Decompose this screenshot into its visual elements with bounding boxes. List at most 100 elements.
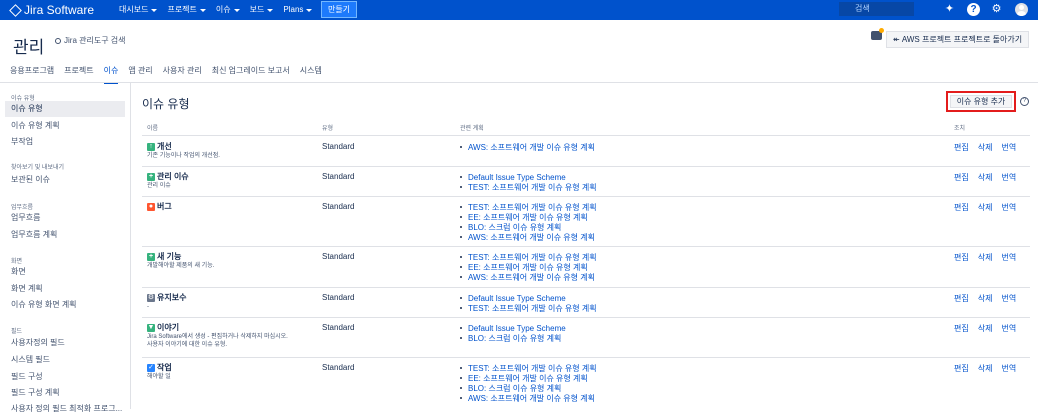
nav-projects[interactable]: 프로젝트: [167, 4, 206, 16]
task-icon: ✓: [147, 364, 155, 372]
nav-plans[interactable]: Plans: [283, 4, 313, 16]
issue-type-name: 개선: [157, 142, 172, 151]
scheme-link[interactable]: AWS: 소프트웨어 개발 이슈 유형 계획: [460, 232, 760, 242]
scheme-link[interactable]: TEST: 소프트웨어 개발 이슈 유형 계획: [460, 202, 760, 212]
scheme-link-label: Default Issue Type Scheme: [468, 293, 566, 303]
sidebar-item-field-config-schemes[interactable]: 필드 구성 계획: [5, 385, 125, 401]
chevron-down-icon: [306, 8, 313, 12]
scheme-link-label: BLO: 스크럼 이슈 유형 계획: [468, 333, 562, 343]
issue-type-description: 해야할 일: [147, 374, 171, 380]
nav-issues[interactable]: 이슈: [216, 4, 240, 16]
related-schemes: Default Issue Type Scheme BLO: 스크럼 이슈 유형…: [460, 323, 760, 343]
sidebar-item-workflow-schemes[interactable]: 업무흐름 계획: [5, 227, 125, 243]
edit-link[interactable]: 편집: [954, 172, 969, 183]
help-icon[interactable]: ?: [967, 3, 980, 16]
scheme-link[interactable]: Default Issue Type Scheme: [460, 323, 760, 333]
delete-link[interactable]: 삭제: [978, 142, 993, 153]
scheme-link[interactable]: EE: 소프트웨어 개발 이슈 유형 계획: [460, 262, 760, 272]
translate-link[interactable]: 번역: [1001, 293, 1016, 304]
delete-link[interactable]: 삭제: [978, 293, 993, 304]
scheme-link-label: TEST: 소프트웨어 개발 이슈 유형 계획: [468, 182, 597, 192]
megaphone-icon[interactable]: ✦: [943, 3, 956, 16]
translate-link[interactable]: 번역: [1001, 363, 1016, 374]
table-row: + 새 기능 개발해야할 제품의 새 기능. Standard TEST: 소프트…: [142, 247, 1030, 288]
edit-link[interactable]: 편집: [954, 323, 969, 334]
scheme-link[interactable]: BLO: 스크럼 이슈 유형 계획: [460, 333, 760, 343]
chevron-down-icon: [233, 8, 240, 12]
row-actions: 편집 삭제 번역: [954, 172, 1016, 183]
issue-type-description: -: [147, 304, 149, 310]
sidebar-item-archived[interactable]: 보관된 이슈: [5, 172, 125, 188]
edit-link[interactable]: 편집: [954, 142, 969, 153]
table-row: ↑ 개선 기존 기능이나 작업의 개선점. Standard AWS: 소프트웨어…: [142, 137, 1030, 167]
search-input[interactable]: 검색: [839, 2, 914, 16]
translate-link[interactable]: 번역: [1001, 252, 1016, 263]
delete-link[interactable]: 삭제: [978, 202, 993, 213]
scheme-link[interactable]: TEST: 소프트웨어 개발 이슈 유형 계획: [460, 182, 760, 192]
scheme-link[interactable]: TEST: 소프트웨어 개발 이슈 유형 계획: [460, 363, 760, 373]
scheme-link[interactable]: AWS: 소프트웨어 개발 이슈 유형 계획: [460, 272, 760, 282]
delete-link[interactable]: 삭제: [978, 252, 993, 263]
gear-icon[interactable]: ⚙: [990, 3, 1003, 16]
issue-type-name: 버그: [157, 202, 172, 211]
scheme-link-label: TEST: 소프트웨어 개발 이슈 유형 계획: [468, 303, 597, 313]
scheme-link[interactable]: Default Issue Type Scheme: [460, 293, 760, 303]
translate-link[interactable]: 번역: [1001, 323, 1016, 334]
jira-logo[interactable]: Jira Software: [10, 3, 94, 17]
row-actions: 편집 삭제 번역: [954, 293, 1016, 304]
issue-type-name: 작업: [157, 363, 172, 372]
sidebar-item-screen-schemes[interactable]: 화면 계획: [5, 281, 125, 297]
maintenance-icon: ⚙: [147, 294, 155, 302]
delete-link[interactable]: 삭제: [978, 363, 993, 374]
nav-boards[interactable]: 보드: [250, 4, 274, 16]
scheme-link[interactable]: EE: 소프트웨어 개발 이슈 유형 계획: [460, 212, 760, 222]
back-to-project-button[interactable]: ↞ AWS 프로젝트 프로젝트로 돌아가기: [886, 31, 1029, 48]
translate-link[interactable]: 번역: [1001, 142, 1016, 153]
related-schemes: AWS: 소프트웨어 개발 이슈 유형 계획: [460, 142, 760, 152]
sidebar-item-custom-fields[interactable]: 사용자정의 필드: [5, 335, 125, 351]
scheme-link[interactable]: BLO: 스크럼 이슈 유형 계획: [460, 383, 760, 393]
row-actions: 편집 삭제 번역: [954, 202, 1016, 213]
scheme-link[interactable]: BLO: 스크럼 이슈 유형 계획: [460, 222, 760, 232]
edit-link[interactable]: 편집: [954, 293, 969, 304]
avatar[interactable]: [1015, 3, 1028, 16]
translate-link[interactable]: 번역: [1001, 202, 1016, 213]
row-actions: 편집 삭제 번역: [954, 142, 1016, 153]
sidebar-section-fields: 필드: [11, 329, 23, 335]
delete-link[interactable]: 삭제: [978, 323, 993, 334]
table-header: 이름 유형 관련 계획 조치: [142, 119, 1030, 136]
edit-link[interactable]: 편집: [954, 363, 969, 374]
edit-link[interactable]: 편집: [954, 202, 969, 213]
sidebar-item-issue-type-screen-schemes[interactable]: 이슈 유형 화면 계획: [5, 297, 125, 313]
scheme-link[interactable]: TEST: 소프트웨어 개발 이슈 유형 계획: [460, 252, 760, 262]
scheme-link[interactable]: AWS: 소프트웨어 개발 이슈 유형 계획: [460, 393, 760, 403]
create-button[interactable]: 만들기: [321, 1, 357, 18]
sidebar-item-issue-type-schemes[interactable]: 이슈 유형 계획: [5, 118, 125, 134]
feedback-icon[interactable]: [871, 28, 884, 40]
sidebar-item-field-optimizer[interactable]: 사용자 정의 필드 최적화 프로그...: [5, 401, 125, 417]
help-icon[interactable]: ?: [1020, 97, 1029, 106]
scheme-link[interactable]: EE: 소프트웨어 개발 이슈 유형 계획: [460, 373, 760, 383]
sidebar-item-workflows[interactable]: 업무흐름: [5, 210, 125, 226]
delete-link[interactable]: 삭제: [978, 172, 993, 183]
edit-link[interactable]: 편집: [954, 252, 969, 263]
top-navigation-bar: Jira Software 대시보드 프로젝트 이슈 보드 Plans 만들기 …: [0, 0, 1038, 20]
issue-type-type: Standard: [322, 363, 355, 372]
sidebar-item-field-config[interactable]: 필드 구성: [5, 369, 125, 385]
nav-plans-label: Plans: [283, 5, 304, 14]
admin-search-link[interactable]: Jira 관리도구 검색: [55, 35, 126, 46]
sidebar-item-screens[interactable]: 화면: [5, 264, 125, 280]
issue-type-name: 관리 이슈: [157, 172, 189, 181]
scheme-link[interactable]: AWS: 소프트웨어 개발 이슈 유형 계획: [460, 142, 760, 152]
row-actions: 편집 삭제 번역: [954, 363, 1016, 374]
scheme-link[interactable]: Default Issue Type Scheme: [460, 172, 760, 182]
scheme-link-label: AWS: 소프트웨어 개발 이슈 유형 계획: [468, 142, 595, 152]
add-issue-type-button[interactable]: 이슈 유형 추가: [950, 95, 1012, 108]
sidebar-item-system-fields[interactable]: 시스템 필드: [5, 352, 125, 368]
nav-dashboard[interactable]: 대시보드: [119, 4, 158, 16]
translate-link[interactable]: 번역: [1001, 172, 1016, 183]
scheme-link[interactable]: TEST: 소프트웨어 개발 이슈 유형 계획: [460, 303, 760, 313]
sidebar-item-issue-types[interactable]: 이슈 유형: [5, 101, 125, 117]
sidebar-item-subtasks[interactable]: 부작업: [5, 134, 125, 150]
table-row: ⚙ 유지보수 - Standard Default Issue Type Sche…: [142, 288, 1030, 318]
